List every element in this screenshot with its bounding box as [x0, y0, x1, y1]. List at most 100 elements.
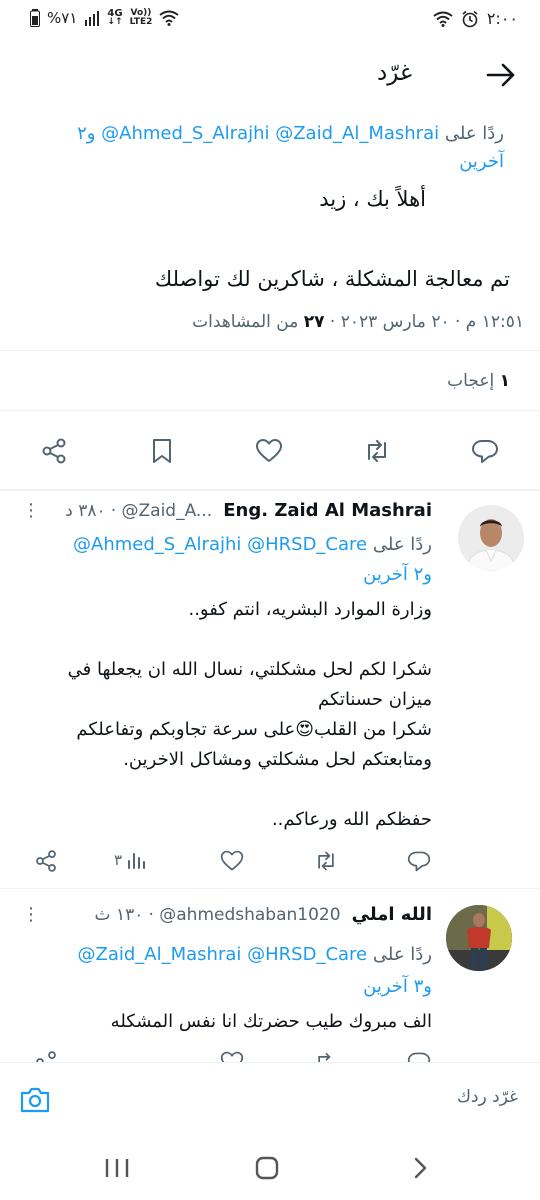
replying-to-label: ردًا على: [444, 123, 504, 144]
reply-button[interactable]: [407, 1050, 431, 1062]
recents-button[interactable]: [104, 1157, 130, 1179]
reply-actions-clipped: [0, 1046, 540, 1062]
bookmark-icon: [153, 439, 171, 463]
camera-icon: [20, 1087, 50, 1113]
reply-icon: [407, 851, 431, 872]
replying-to-more[interactable]: و٢: [77, 123, 95, 144]
wifi-icon: [433, 11, 453, 27]
status-bar: %٧١ 4G ↓↑ Vo)) LTE2 ٢:٠٠: [0, 0, 540, 40]
header: غرّد: [0, 40, 540, 110]
meta-dot: ·: [329, 312, 336, 332]
reply-handle[interactable]: @Zaid_A...: [122, 501, 213, 521]
back-button[interactable]: [484, 58, 518, 92]
reply-line: ومتابعتكم لحل مشكلتي ومشاكل الاخرين.: [123, 749, 432, 770]
share-icon: [42, 438, 66, 464]
views-button[interactable]: ٣: [114, 849, 148, 871]
recents-icon: [105, 1159, 129, 1177]
status-time: ٢:٠٠: [486, 9, 518, 28]
reply-icon: [472, 440, 498, 463]
retweet-icon: [318, 1052, 331, 1062]
reply-display-name[interactable]: الله املي: [352, 904, 432, 925]
retweet-icon: [318, 851, 334, 871]
like-icon: [220, 850, 244, 871]
network-type: 4G ↓↑: [107, 8, 123, 27]
more-icon: ⋮: [22, 500, 40, 521]
reply-replying-to: ردًا على @Zaid_Al_Mashrai @HRSD_Care: [12, 940, 432, 970]
system-nav-bar: [0, 1137, 540, 1200]
likes-label: إعجاب: [447, 371, 495, 391]
like-icon: [256, 439, 282, 462]
retweet-icon: [368, 440, 386, 462]
reply-line: شكرا من القلب😍على سرعة تجاوبكم وتفاعلكم: [76, 719, 432, 740]
home-button[interactable]: [255, 1156, 279, 1180]
likes-count: ١: [499, 371, 510, 391]
back-arrow-icon: [486, 63, 515, 87]
like-button[interactable]: [220, 1050, 244, 1062]
reply-replying-to: ردًا على @Ahmed_S_Alrajhi @HRSD_Care: [22, 530, 432, 560]
replying-to-handles[interactable]: @Ahmed_S_Alrajhi @Zaid_Al_Mashrai: [101, 123, 439, 144]
replying-to-label: ردًا على: [372, 534, 432, 555]
share-icon: [36, 1051, 56, 1062]
reply-body: الف مبروك طيب حضرتك انا نفس المشكله: [110, 1011, 432, 1032]
retweet-button[interactable]: [363, 437, 391, 465]
status-left: %٧١ 4G ↓↑ Vo)) LTE2: [30, 9, 179, 27]
avatar-ahmed[interactable]: [446, 905, 512, 971]
replying-to-more[interactable]: و٢ آخرين: [363, 560, 432, 590]
share-button[interactable]: [40, 437, 68, 465]
status-right: ٢:٠٠: [433, 9, 518, 28]
reply-line: ميزان حسناتكم: [318, 689, 432, 710]
share-button[interactable]: [34, 1050, 58, 1062]
reply-input[interactable]: غرّد ردك: [457, 1087, 518, 1107]
reply-display-name[interactable]: Eng. Zaid Al Mashrai: [223, 500, 432, 521]
tweet-body-line-1: أهلاً بك ، زيد: [319, 187, 426, 211]
reply-header: ⋮ ٣٨٠ د · @Zaid_A... Eng. Zaid Al Mashra…: [22, 500, 432, 521]
more-icon: ⋮: [22, 904, 40, 925]
divider: [0, 350, 540, 351]
likes-count-row[interactable]: ١ إعجاب: [447, 371, 510, 391]
tweet-views-label: من المشاهدات: [192, 312, 299, 332]
battery-percent: %٧١: [47, 9, 78, 27]
back-icon: [414, 1157, 427, 1179]
tweet-meta: ١٢:٥١ م · ٢٠ مارس ٢٠٢٣ · ٢٧ من المشاهدات: [192, 309, 524, 335]
views-icon: [128, 853, 146, 869]
reply-time: ٣٨٠ د: [65, 501, 106, 521]
like-button[interactable]: [255, 437, 283, 465]
alarm-icon: [462, 10, 478, 27]
like-icon: [220, 1051, 244, 1062]
replying-to-label: ردًا على: [372, 944, 432, 965]
tweet-views-count: ٢٧: [303, 312, 325, 332]
reply-header: ⋮ ١٣٠ ث · @ahmedshaban1020 الله املي: [22, 904, 432, 925]
reply-actions: ٣: [0, 845, 540, 881]
share-icon: [36, 850, 56, 872]
more-button[interactable]: ⋮: [22, 500, 40, 521]
page-title: غرّد: [377, 60, 412, 86]
reply-button[interactable]: [407, 849, 431, 873]
replying-to-handles[interactable]: @Ahmed_S_Alrajhi @HRSD_Care: [73, 534, 367, 555]
camera-button[interactable]: [19, 1084, 51, 1116]
replying-to-more[interactable]: و٣ آخرين: [363, 972, 432, 1002]
home-icon: [255, 1156, 279, 1180]
tweet-time: ١٢:٥١ م: [465, 312, 524, 332]
replying-to-handles[interactable]: @Zaid_Al_Mashrai @HRSD_Care: [78, 944, 368, 965]
reply-icon: [407, 1052, 431, 1062]
reply-button[interactable]: [471, 437, 499, 465]
like-button[interactable]: [220, 849, 244, 873]
divider: [0, 489, 540, 491]
replying-to-more-2[interactable]: آخرين: [459, 148, 504, 176]
tweet-actions: [0, 410, 540, 490]
reply-handle[interactable]: @ahmedshaban1020: [159, 905, 340, 925]
volte-indicator: Vo)) LTE2: [129, 8, 153, 27]
system-back-button[interactable]: [408, 1156, 432, 1180]
reply-time: ١٣٠ ث: [94, 905, 144, 925]
meta-dot: ·: [454, 312, 461, 332]
retweet-button[interactable]: [314, 1050, 338, 1062]
avatar-zaid[interactable]: [458, 505, 524, 571]
retweet-button[interactable]: [314, 849, 338, 873]
more-button[interactable]: ⋮: [22, 904, 40, 925]
user-photo-icon: [446, 905, 512, 971]
views-count: ٣: [114, 851, 123, 869]
divider: [0, 888, 540, 889]
share-button[interactable]: [34, 849, 58, 873]
bookmark-button[interactable]: [148, 437, 176, 465]
tweet-body-line-2: تم معالجة المشكلة ، شاكرين لك تواصلك: [154, 267, 510, 291]
